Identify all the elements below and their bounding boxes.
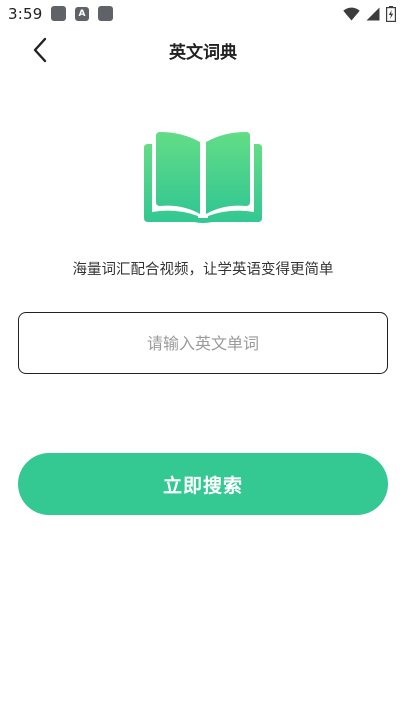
notification-app-icon — [98, 6, 113, 21]
search-input[interactable] — [19, 313, 387, 373]
wifi-icon — [343, 7, 360, 21]
nav-bar: 英文词典 — [0, 28, 406, 72]
status-bar: 3:59 A — [0, 0, 406, 28]
signal-icon — [366, 7, 380, 21]
tagline: 海量词汇配合视频，让学英语变得更简单 — [72, 262, 334, 278]
notification-a-icon: A — [75, 7, 89, 21]
search-field-container[interactable] — [18, 312, 388, 374]
page-title: 英文词典 — [169, 43, 237, 63]
search-button[interactable]: 立即搜索 — [18, 453, 388, 515]
status-time: 3:59 — [8, 5, 43, 23]
open-book-icon — [144, 132, 262, 223]
notification-app-icon — [51, 6, 66, 21]
battery-icon — [386, 6, 396, 22]
status-indicators — [343, 6, 396, 22]
